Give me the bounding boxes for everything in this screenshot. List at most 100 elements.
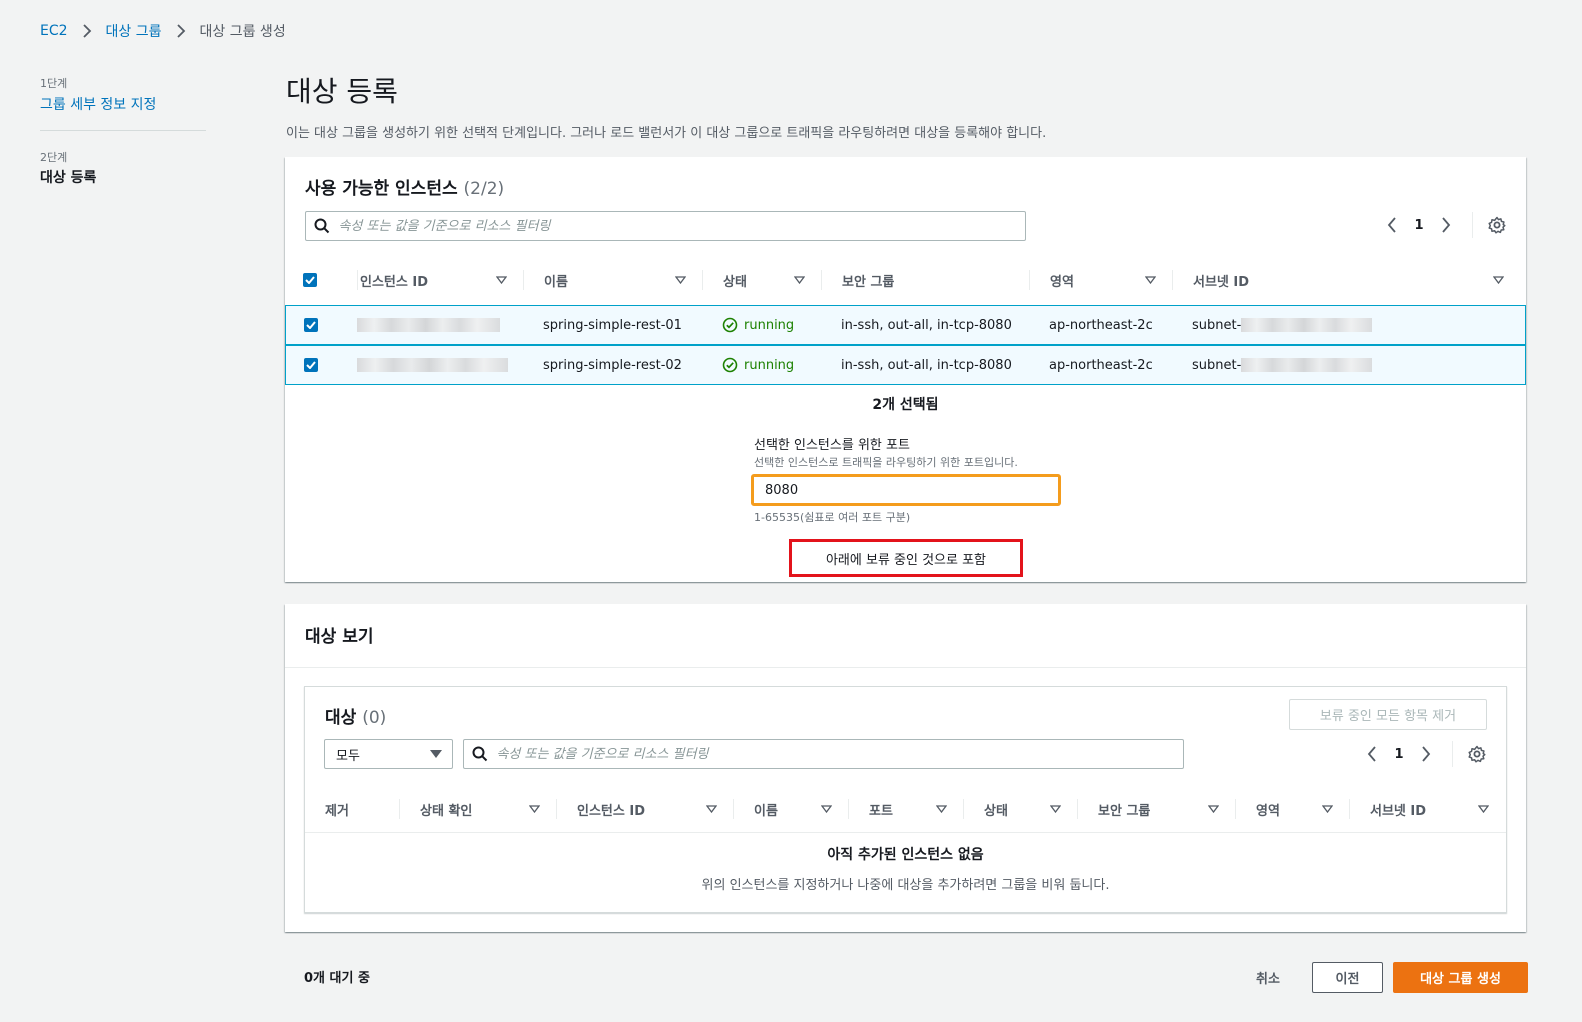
steps-divider <box>40 130 206 131</box>
step-2-number: 2단계 <box>40 151 68 164</box>
sort-caret-icon <box>494 273 508 287</box>
prev-page-icon[interactable] <box>1360 742 1384 766</box>
sort-caret-icon <box>673 273 687 287</box>
redacted-subnet-id <box>1241 318 1373 332</box>
redacted-instance-id <box>357 358 508 372</box>
instances-table-header: 인스턴스 ID 이름 상태 보안 그룹 영역 서브넷 ID <box>285 257 1526 303</box>
previous-button[interactable]: 이전 <box>1312 962 1383 993</box>
page-number[interactable]: 1 <box>1404 218 1434 233</box>
col-state[interactable]: 상태 <box>703 257 822 303</box>
page-description: 이는 대상 그룹을 생성하기 위한 선택적 단계입니다. 그러나 로드 밸런서가… <box>286 126 1047 141</box>
next-page-icon[interactable] <box>1434 213 1458 237</box>
selected-count: 2개 선택됨 <box>872 397 939 413</box>
sort-caret-icon <box>819 802 833 816</box>
next-page-icon[interactable] <box>1414 742 1438 766</box>
col-security-groups[interactable]: 보안 그룹 <box>1078 786 1236 832</box>
review-targets-title: 대상 보기 <box>305 627 374 647</box>
breadcrumb-current: 대상 그룹 생성 <box>199 24 286 40</box>
sort-caret-icon <box>527 802 541 816</box>
include-as-pending-button[interactable]: 아래에 보류 중인 것으로 포함 <box>789 539 1023 577</box>
port-input[interactable]: 8080 <box>751 474 1061 506</box>
subnet-id: subnet- <box>1192 317 1242 333</box>
zone: ap-northeast-2c <box>1049 317 1153 333</box>
port-hint: 1-65535(쉼표로 여러 포트 구분) <box>754 511 911 524</box>
table-row[interactable]: spring-simple-rest-02 running in-ssh, ou… <box>285 345 1526 385</box>
redacted-instance-id <box>357 318 500 332</box>
step-1-link[interactable]: 그룹 세부 정보 지정 <box>40 94 156 114</box>
instances-search-input[interactable] <box>338 218 1025 234</box>
targets-search-input[interactable] <box>496 746 1183 762</box>
available-instances-title: 사용 가능한 인스턴스 (2/2) <box>305 179 505 199</box>
breadcrumb-target-groups[interactable]: 대상 그룹 <box>106 21 162 41</box>
instances-pagination: 1 <box>1380 212 1509 238</box>
chevron-right-icon <box>174 24 188 38</box>
page-number[interactable]: 1 <box>1384 747 1414 762</box>
create-target-group-button[interactable]: 대상 그룹 생성 <box>1393 962 1528 993</box>
check-circle-icon <box>722 357 738 373</box>
pending-count: 0개 대기 중 <box>304 971 370 986</box>
port-label: 선택한 인스턴스를 위한 포트 <box>754 438 910 453</box>
instances-search[interactable] <box>305 211 1026 241</box>
col-name[interactable]: 이름 <box>524 257 703 303</box>
caret-down-icon <box>430 747 442 762</box>
step-1-number: 1단계 <box>40 77 68 90</box>
col-subnet-id[interactable]: 서브넷 ID <box>1173 257 1521 303</box>
check-circle-icon <box>722 317 738 333</box>
instance-state: running <box>722 317 794 333</box>
targets-count: (0) <box>362 708 387 728</box>
empty-state-description: 위의 인스턴스를 지정하거나 나중에 대상을 추가하려면 그룹을 비워 둡니다. <box>701 878 1110 893</box>
sort-caret-icon <box>1476 802 1490 816</box>
col-instance-id[interactable]: 인스턴스 ID <box>358 257 524 303</box>
empty-state-title: 아직 추가된 인스턴스 없음 <box>827 847 984 863</box>
sort-caret-icon <box>704 802 718 816</box>
instance-name: spring-simple-rest-02 <box>543 357 682 373</box>
col-remove: 제거 <box>305 786 400 832</box>
sort-caret-icon <box>1143 273 1157 287</box>
cancel-button[interactable]: 취소 <box>1245 962 1291 993</box>
security-groups: in-ssh, out-all, in-tcp-8080 <box>841 357 1012 373</box>
table-row[interactable]: spring-simple-rest-01 running in-ssh, ou… <box>285 305 1526 345</box>
sort-caret-icon <box>1320 802 1334 816</box>
col-zone[interactable]: 영역 <box>1030 257 1173 303</box>
remove-all-pending-button[interactable]: 보류 중인 모든 항목 제거 <box>1289 699 1487 730</box>
page-title: 대상 등록 <box>286 75 398 108</box>
targets-search[interactable] <box>463 739 1184 769</box>
redacted-subnet-id <box>1241 358 1373 372</box>
available-instances-count: (2/2) <box>463 179 505 199</box>
targets-table-header: 제거 상태 확인 인스턴스 ID 이름 포트 상태 보안 그룹 영역 서브넷 I… <box>305 786 1506 832</box>
instance-name: spring-simple-rest-01 <box>543 317 682 333</box>
row-checkbox[interactable] <box>304 358 318 372</box>
search-icon <box>464 746 496 762</box>
col-health-check[interactable]: 상태 확인 <box>400 786 557 832</box>
col-security-groups[interactable]: 보안 그룹 <box>822 257 1030 303</box>
col-instance-id[interactable]: 인스턴스 ID <box>557 786 734 832</box>
search-icon <box>306 218 338 234</box>
select-all-col <box>303 257 358 303</box>
prev-page-icon[interactable] <box>1380 213 1404 237</box>
col-port[interactable]: 포트 <box>849 786 964 832</box>
sort-caret-icon <box>792 273 806 287</box>
breadcrumb: EC2 대상 그룹 대상 그룹 생성 <box>40 20 286 42</box>
gear-icon[interactable] <box>1465 742 1489 766</box>
subnet-id: subnet- <box>1192 357 1242 373</box>
filter-select[interactable]: 모두 <box>324 739 453 769</box>
breadcrumb-ec2[interactable]: EC2 <box>40 23 68 39</box>
col-subnet-id[interactable]: 서브넷 ID <box>1350 786 1500 832</box>
instance-state: running <box>722 357 794 373</box>
gear-icon[interactable] <box>1485 213 1509 237</box>
port-description: 선택한 인스턴스로 트래픽을 라우팅하기 위한 포트입니다. <box>754 456 1018 469</box>
col-zone[interactable]: 영역 <box>1236 786 1350 832</box>
row-checkbox[interactable] <box>304 318 318 332</box>
targets-pagination: 1 <box>1360 741 1489 767</box>
sort-caret-icon <box>1206 802 1220 816</box>
col-state[interactable]: 상태 <box>964 786 1078 832</box>
sort-caret-icon <box>1491 273 1505 287</box>
security-groups: in-ssh, out-all, in-tcp-8080 <box>841 317 1012 333</box>
select-all-checkbox[interactable] <box>303 273 317 287</box>
chevron-right-icon <box>80 24 94 38</box>
sort-caret-icon <box>934 802 948 816</box>
sort-caret-icon <box>1048 802 1062 816</box>
step-2-current: 대상 등록 <box>40 170 97 186</box>
targets-title: 대상 (0) <box>325 708 387 728</box>
col-name[interactable]: 이름 <box>734 786 849 832</box>
